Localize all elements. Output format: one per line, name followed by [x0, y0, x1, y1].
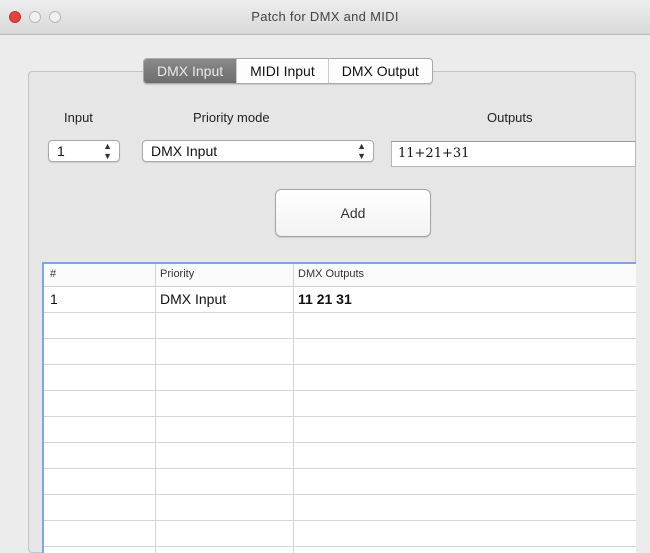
column-header-index[interactable]: # — [50, 268, 56, 280]
tab-dmx-input[interactable]: DMX Input — [144, 59, 238, 83]
up-down-arrows-icon: ▲ ▼ — [103, 141, 112, 161]
column-header-priority[interactable]: Priority — [160, 268, 194, 280]
table-row-empty — [44, 443, 636, 469]
outputs-input[interactable]: 11+21+31 — [391, 141, 636, 167]
tab-dmx-output[interactable]: DMX Output — [329, 59, 432, 83]
priority-mode-label: Priority mode — [193, 110, 270, 125]
title-bar: Patch for DMX and MIDI — [0, 0, 650, 35]
up-down-arrows-icon: ▲ ▼ — [357, 141, 366, 161]
table-row-empty — [44, 339, 636, 365]
row-priority: DMX Input — [160, 291, 227, 307]
input-select[interactable]: 1 ▲ ▼ — [48, 140, 120, 162]
input-label: Input — [64, 110, 93, 125]
row-dmx-outputs: 11 21 31 — [298, 291, 352, 307]
table-row-empty — [44, 417, 636, 443]
table-row-empty — [44, 521, 636, 547]
patch-tab-bar: DMX Input MIDI Input DMX Output — [143, 58, 433, 84]
tab-midi-input[interactable]: MIDI Input — [237, 59, 329, 83]
table-header: # Priority DMX Outputs — [44, 264, 636, 287]
priority-mode-select-value: DMX Input — [151, 143, 218, 159]
patch-table[interactable]: # Priority DMX Outputs 1 DMX Input 11 21… — [42, 262, 636, 553]
column-header-dmx-outputs[interactable]: DMX Outputs — [298, 268, 364, 280]
priority-mode-select[interactable]: DMX Input ▲ ▼ — [142, 140, 374, 162]
column-divider — [293, 264, 294, 553]
table-row-empty — [44, 469, 636, 495]
table-row-empty — [44, 391, 636, 417]
window-title: Patch for DMX and MIDI — [251, 9, 399, 24]
outputs-label: Outputs — [487, 110, 533, 125]
input-select-value: 1 — [57, 143, 65, 159]
table-row[interactable]: 1 DMX Input 11 21 31 — [44, 287, 636, 313]
table-row-empty — [44, 495, 636, 521]
add-button[interactable]: Add — [275, 189, 431, 237]
table-row-empty — [44, 313, 636, 339]
table-row-empty — [44, 365, 636, 391]
row-index: 1 — [50, 291, 58, 307]
column-divider — [155, 264, 156, 553]
